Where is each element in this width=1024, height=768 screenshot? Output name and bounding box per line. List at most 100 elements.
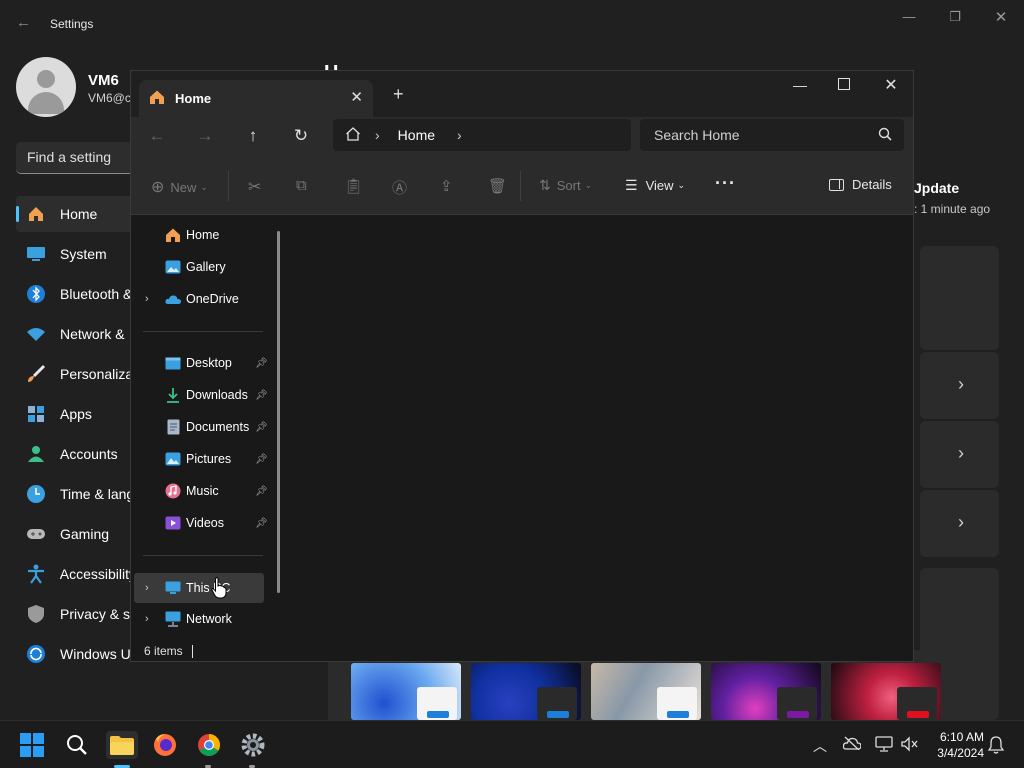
nav-item-downloads[interactable]: Downloads 📌︎ [139,381,269,409]
theme-thumbnail[interactable] [831,663,941,720]
chevron-right-icon[interactable]: › [145,293,149,305]
settings-nav-privacy[interactable]: Privacy & s [16,596,136,632]
nav-pane-scrollbar[interactable] [277,231,280,593]
nav-item-videos[interactable]: Videos 📌︎ [139,509,269,537]
chevron-right-icon[interactable]: › [457,127,462,143]
theme-thumbnail[interactable] [351,663,461,720]
nav-item-documents[interactable]: Documents 📌︎ [139,413,269,441]
rename-icon[interactable]: Ⓐ [392,177,407,198]
close-tab-icon[interactable]: ✕ [350,88,363,106]
avatar[interactable] [16,57,76,117]
theme-thumbnail[interactable] [711,663,821,720]
gallery-icon [165,259,181,275]
more-options-icon[interactable]: ··· [715,173,736,194]
settings-nav-apps[interactable]: Apps [16,396,136,432]
theme-thumbnail[interactable] [471,663,581,720]
nav-item-desktop[interactable]: Desktop 📌︎ [139,349,269,377]
address-bar[interactable]: › Home › [333,119,631,151]
find-setting-input[interactable]: Find a setting [16,142,136,174]
cut-icon[interactable]: ✂ [248,177,261,197]
share-icon[interactable]: ⇪ [440,177,453,195]
view-button[interactable]: ☰ View ⌄ [625,177,685,194]
settings-nav-network[interactable]: Network & [16,316,136,352]
chevron-right-icon[interactable]: › [145,582,149,594]
settings-nav-windows-update[interactable]: Windows U [16,636,136,672]
chrome-icon[interactable] [195,731,223,759]
home-icon [149,89,165,108]
view-list-icon: ☰ [625,177,638,193]
search-input[interactable]: Search Home [640,119,904,151]
home-icon [26,204,46,224]
pin-icon[interactable]: 📌︎ [255,486,268,497]
settings-gear-icon[interactable] [239,731,267,759]
nav-item-home[interactable]: Home [139,221,269,249]
pin-icon[interactable]: 📌︎ [255,454,268,465]
settings-nav-bluetooth[interactable]: Bluetooth & [16,276,136,312]
maximize-icon[interactable] [838,78,850,90]
nav-item-label: Videos [186,516,224,530]
nav-item-network[interactable]: › Network [139,605,269,633]
network-status-icon[interactable] [875,736,893,755]
settings-nav-accounts[interactable]: Accounts [16,436,136,472]
videos-icon [165,515,181,531]
sort-label: Sort [556,178,581,193]
tab-home[interactable]: Home ✕ [139,80,373,117]
chevron-right-icon[interactable]: › [145,613,149,625]
clock[interactable]: 6:10 AM 3/4/2024 [928,730,984,760]
new-tab-button[interactable]: + [393,84,404,105]
navigation-pane: Home Gallery › OneDrive Desktop 📌︎ Downloa… [131,215,289,641]
clock-date: 3/4/2024 [937,746,984,760]
nav-label: Privacy & s [60,606,131,622]
close-icon[interactable]: ✕ [989,8,1013,26]
onedrive-offline-icon[interactable] [842,736,862,753]
copy-icon[interactable]: ⧉ [296,177,307,194]
firefox-icon[interactable] [151,731,179,759]
home-icon [345,126,361,145]
breadcrumb-home[interactable]: Home [398,127,435,143]
theme-thumbnail[interactable] [591,663,701,720]
restore-icon[interactable]: ❐ [943,9,967,25]
settings-title: Settings [50,17,94,31]
search-icon[interactable] [63,731,91,759]
new-button[interactable]: ⊕ New ⌄ [151,177,208,197]
pin-icon[interactable]: 📌︎ [255,422,268,433]
minimize-icon[interactable]: — [897,9,921,24]
up-icon[interactable]: ↑ [241,126,265,146]
pin-icon[interactable]: 📌︎ [255,358,268,369]
pin-icon[interactable]: 📌︎ [255,518,268,529]
nav-label: Gaming [60,526,110,542]
back-arrow-icon[interactable]: ← [16,14,31,31]
back-icon[interactable]: ← [145,126,169,146]
settings-nav-accessibility[interactable]: Accessibility [16,556,136,592]
settings-nav-gaming[interactable]: Gaming [16,516,136,552]
settings-nav-system[interactable]: System [16,236,136,272]
start-icon[interactable] [18,731,46,759]
settings-nav-home[interactable]: Home [16,196,136,232]
windows-update-time: : 1 minute ago [914,202,991,216]
desktop-icon [165,355,181,371]
notification-bell-icon[interactable] [987,736,1005,757]
windows-update-title: Jpdate [914,180,960,196]
forward-icon[interactable]: → [193,126,217,146]
sort-button[interactable]: ⇅ Sort ⌄ [539,177,592,194]
close-icon[interactable]: ✕ [879,75,903,95]
nav-item-this-pc[interactable]: › This PC [134,573,264,603]
nav-label: Bluetooth & [60,286,133,302]
nav-item-pictures[interactable]: Pictures 📌︎ [139,445,269,473]
file-explorer-icon[interactable] [106,731,138,759]
delete-icon[interactable]: 🗑︎ [488,177,507,195]
volume-muted-icon[interactable] [901,736,919,755]
paste-icon[interactable]: 📋︎ [344,177,363,195]
settings-nav-personalization[interactable]: Personaliza [16,356,136,392]
settings-nav-time-language[interactable]: Time & lang [16,476,136,512]
details-button[interactable]: Details [829,177,892,192]
pin-icon[interactable]: 📌︎ [255,390,268,401]
show-hidden-icons-chevron-icon[interactable]: ︿ [813,736,827,756]
content-area[interactable] [289,215,913,641]
nav-item-onedrive[interactable]: › OneDrive [139,285,269,313]
nav-item-gallery[interactable]: Gallery [139,253,269,281]
refresh-icon[interactable]: ↻ [289,126,313,146]
nav-item-music[interactable]: Music 📌︎ [139,477,269,505]
minimize-icon[interactable]: — [788,77,812,93]
nav-label: Accounts [60,446,118,462]
